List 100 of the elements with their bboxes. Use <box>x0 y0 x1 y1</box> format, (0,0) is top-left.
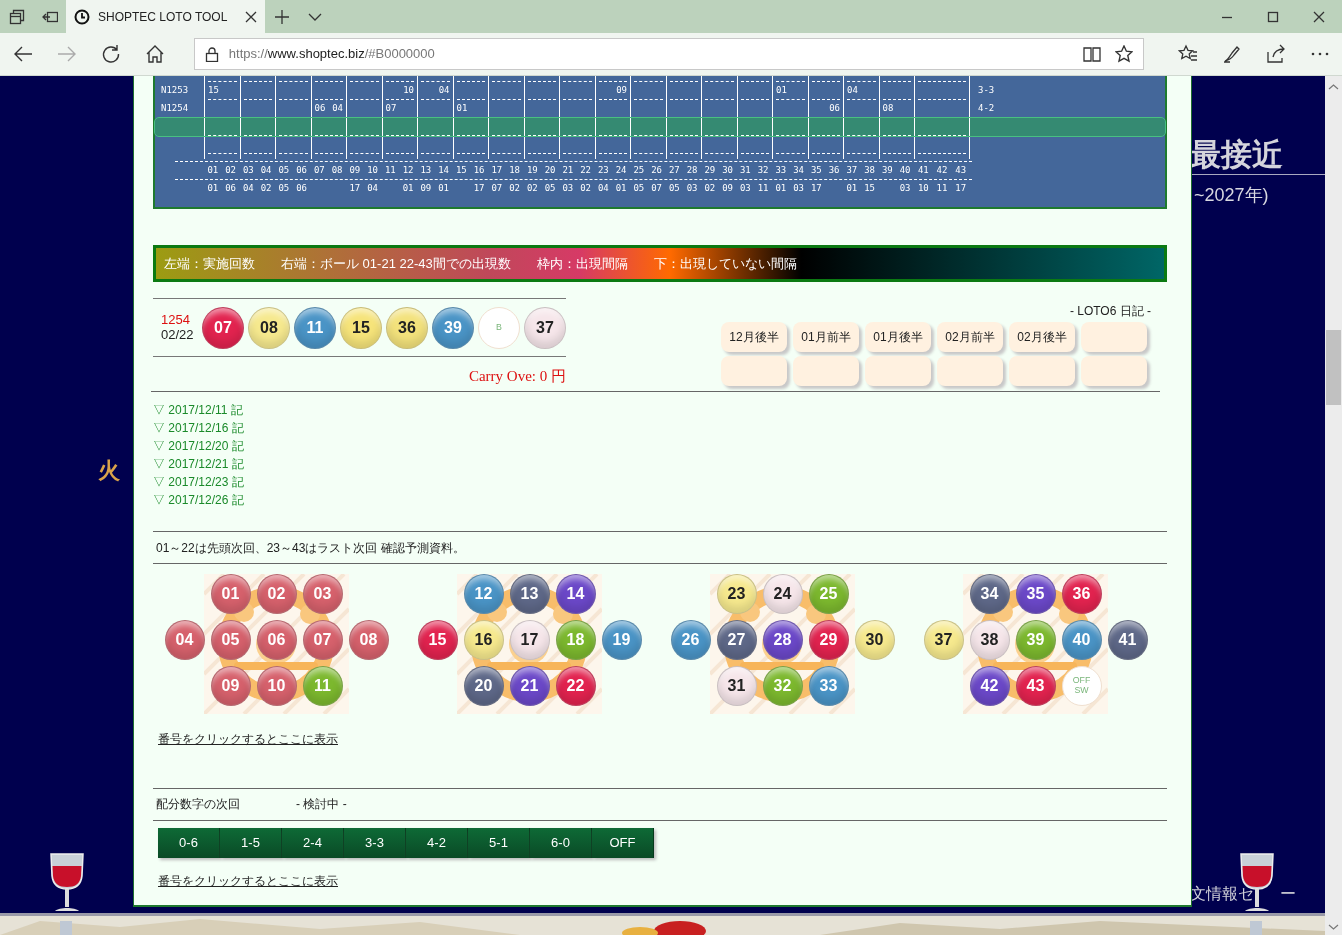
ratio-button[interactable]: 0-6 <box>158 827 220 858</box>
diary-link[interactable]: ▽ 2017/12/11 記 <box>153 401 243 419</box>
maximize-icon[interactable] <box>1267 10 1279 23</box>
side-subtitle: ~2027年) <box>1194 184 1269 207</box>
number-text: 27 <box>667 163 681 177</box>
number-ball[interactable]: 19 <box>601 620 642 660</box>
interval-text: 01 <box>776 86 787 95</box>
diary-button[interactable]: 12月後半 <box>721 322 787 352</box>
count-text: 15 <box>863 181 877 195</box>
star-icon[interactable] <box>1114 45 1133 63</box>
diary-link[interactable]: ▽ 2017/12/20 記 <box>153 437 244 455</box>
browser-tab[interactable]: SHOPTEC LOTO TOOL <box>66 0 265 33</box>
number-text: 31 <box>738 163 752 177</box>
tabs-icon[interactable] <box>8 8 25 25</box>
number-text: 36 <box>827 163 841 177</box>
lock-icon <box>204 46 219 62</box>
share-icon[interactable] <box>1265 44 1286 64</box>
chevron-down-icon[interactable] <box>307 11 322 22</box>
back-icon[interactable] <box>12 44 33 64</box>
legend-text: 下：出現していない間隔 <box>653 254 797 273</box>
diary-button[interactable]: 01月後半 <box>865 322 931 352</box>
reading-view-icon[interactable] <box>1082 46 1101 62</box>
number-ball[interactable]: 11 <box>294 306 336 349</box>
ratio-button[interactable]: 1-5 <box>220 827 282 858</box>
number-text: 09 <box>348 163 362 177</box>
count-text: 06 <box>224 181 238 195</box>
ratio-button[interactable]: OFF <box>592 827 654 858</box>
count-text: 03 <box>792 181 806 195</box>
count-text: 09 <box>419 181 433 195</box>
count-text: 10 <box>916 181 930 195</box>
clock-icon <box>74 8 90 25</box>
diary-link[interactable]: ▽ 2017/12/21 記 <box>153 455 244 473</box>
plus-icon[interactable] <box>273 8 290 25</box>
number-text: 39 <box>880 163 894 177</box>
count-text: 05 <box>543 181 557 195</box>
diary-button[interactable]: 01月前半 <box>793 322 859 352</box>
count-text: 17 <box>472 181 486 195</box>
count-text: 03 <box>898 181 912 195</box>
close-icon[interactable] <box>245 10 257 23</box>
number-text: 10 <box>366 163 380 177</box>
number-text: 35 <box>809 163 823 177</box>
ratio-button[interactable]: 6-0 <box>530 827 592 858</box>
side-text: 火 <box>98 457 120 485</box>
number-ball[interactable]: 08 <box>248 306 290 349</box>
diary-link[interactable]: ▽ 2017/12/16 記 <box>153 419 244 437</box>
ratio-button[interactable]: 4-2 <box>406 827 468 858</box>
table-row[interactable]: N1253 15 10 04 09 01 04 3-3 <box>155 82 1165 100</box>
number-ball[interactable]: 39 <box>432 306 474 349</box>
interval-text: 10 <box>403 86 414 95</box>
number-text: 38 <box>863 163 877 177</box>
round-label: N1253 <box>161 85 189 96</box>
number-ball[interactable]: 04 <box>164 620 205 660</box>
ratio-button[interactable]: 2-4 <box>282 827 344 858</box>
diary-button[interactable]: 02月後半 <box>1009 322 1075 352</box>
favorites-icon[interactable] <box>1177 44 1198 64</box>
number-text: 07 <box>312 163 326 177</box>
diary-button[interactable]: 02月前半 <box>937 322 1003 352</box>
number-text: 12 <box>401 163 415 177</box>
interval-text: 04 <box>847 86 858 95</box>
number-text: 34 <box>792 163 806 177</box>
hint-link[interactable]: 番号をクリックするとここに表示 <box>158 871 338 890</box>
interval-text: 08 <box>882 104 894 113</box>
diary-link[interactable]: ▽ 2017/12/26 記 <box>153 491 244 509</box>
home-icon[interactable] <box>144 44 165 64</box>
number-ball[interactable]: 37 <box>524 306 566 349</box>
ratio-button[interactable]: 5-1 <box>468 827 530 858</box>
number-ball[interactable]: 15 <box>417 620 458 660</box>
scrollbar-thumb[interactable] <box>1326 330 1341 405</box>
number-ball[interactable]: 07 <box>202 306 244 349</box>
count-text: 02 <box>259 181 273 195</box>
interval-text: 07 <box>385 104 397 113</box>
pen-icon[interactable] <box>1221 44 1242 64</box>
count-text: 04 <box>241 181 255 195</box>
number-text: 15 <box>454 163 468 177</box>
number-text: 21 <box>561 163 575 177</box>
caption-text: 01～22は先頭次回、23～43はラスト次回 確認予測資料。 <box>156 539 465 557</box>
count-text: 11 <box>935 181 949 195</box>
number-ball[interactable]: 41 <box>1107 620 1148 660</box>
refresh-icon[interactable] <box>100 44 121 64</box>
number-text: 26 <box>650 163 664 177</box>
round-number: 1254 <box>161 313 191 328</box>
diary-link[interactable]: ▽ 2017/12/23 記 <box>153 473 244 491</box>
tab-title: SHOPTEC LOTO TOOL <box>98 8 229 26</box>
ratio-button[interactable]: 3-3 <box>344 827 406 858</box>
number-ball[interactable]: 08 <box>348 620 389 660</box>
side-footer-text: 文情報セ <box>1190 884 1254 904</box>
number-ball[interactable]: 37 <box>923 620 964 660</box>
number-ball[interactable]: 26 <box>670 620 711 660</box>
number-ball[interactable]: 30 <box>854 620 895 660</box>
count-text: 02 <box>703 181 717 195</box>
address-bar[interactable]: https://www.shoptec.biz/#B0000000 <box>193 38 1144 70</box>
number-ball[interactable]: 36 <box>386 306 428 349</box>
hint-link[interactable]: 番号をクリックするとここに表示 <box>158 730 338 748</box>
table-row[interactable] <box>155 118 1165 136</box>
number-text: 42 <box>935 163 949 177</box>
draw-date: 02/22 <box>161 327 195 342</box>
number-ball[interactable]: 15 <box>340 306 382 349</box>
close-icon[interactable] <box>1313 10 1325 23</box>
status-text: - 検討中 - <box>296 796 347 813</box>
count-text: 03 <box>685 181 699 195</box>
